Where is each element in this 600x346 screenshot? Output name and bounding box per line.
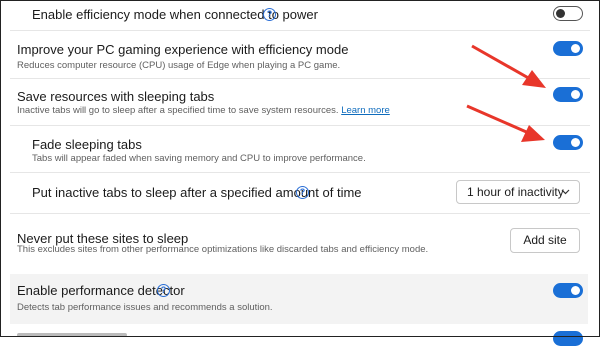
annotation-arrow [471, 44, 546, 88]
sleeping-tabs-desc: Inactive tabs will go to sleep after a s… [17, 105, 390, 116]
divider [10, 78, 590, 79]
chevron-down-icon [561, 189, 570, 195]
learn-more-link[interactable]: Learn more [341, 105, 390, 116]
divider [10, 30, 590, 31]
annotation-arrow [466, 104, 545, 142]
inactive-time-value: 1 hour of inactivity [467, 185, 564, 199]
help-icon[interactable]: ? [263, 8, 276, 21]
perf-detector-toggle[interactable] [553, 283, 583, 298]
add-site-button[interactable]: Add site [510, 228, 580, 253]
clipped-row-toggle[interactable] [553, 331, 583, 346]
help-icon[interactable]: ? [296, 186, 309, 199]
inactive-time-select[interactable]: 1 hour of inactivity [456, 180, 580, 204]
fade-sleeping-tabs-label: Fade sleeping tabs [32, 137, 142, 152]
gaming-efficiency-label: Improve your PC gaming experience with e… [17, 42, 349, 57]
clipped-row-label [17, 333, 127, 337]
divider [10, 213, 590, 214]
gaming-efficiency-toggle[interactable] [553, 41, 583, 56]
fade-sleeping-tabs-desc: Tabs will appear faded when saving memor… [32, 153, 366, 164]
inactive-time-label: Put inactive tabs to sleep after a speci… [32, 185, 362, 200]
sleeping-tabs-label: Save resources with sleeping tabs [17, 89, 215, 104]
never-sleep-desc: This excludes sites from other performan… [17, 244, 429, 255]
fade-sleeping-tabs-toggle[interactable] [553, 135, 583, 150]
efficiency-power-toggle[interactable] [553, 6, 583, 21]
divider [10, 172, 590, 173]
sleeping-tabs-toggle[interactable] [553, 87, 583, 102]
help-icon[interactable]: ? [157, 284, 170, 297]
performance-detector-row [10, 274, 588, 324]
gaming-efficiency-desc: Reduces computer resource (CPU) usage of… [17, 60, 341, 71]
perf-detector-desc: Detects tab performance issues and recom… [17, 302, 273, 313]
divider [10, 125, 590, 126]
